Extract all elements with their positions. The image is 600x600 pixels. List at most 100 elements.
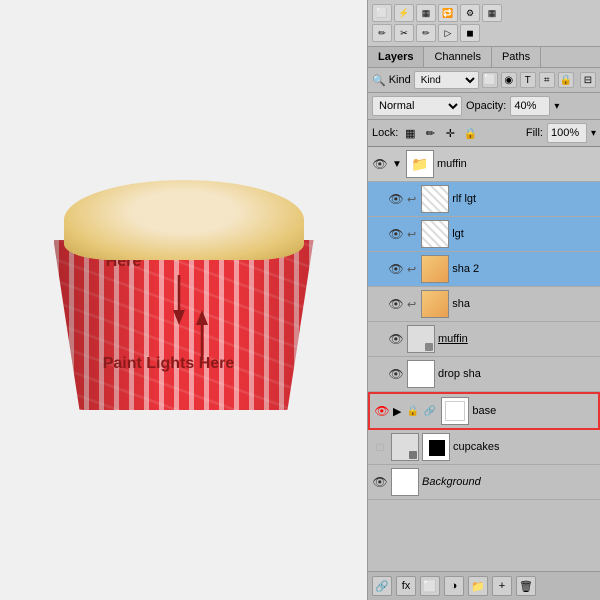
layer-lgt[interactable]: 👁 ↩ lgt <box>368 217 600 252</box>
visibility-rlf-lgt[interactable]: 👁 <box>388 191 404 207</box>
blend-mode-select[interactable]: Normal <box>372 96 462 116</box>
fill-label: Fill: <box>526 127 543 139</box>
eye-icon: 👁 <box>388 332 403 346</box>
toolbar-btn-10[interactable]: ▷ <box>438 24 458 42</box>
visibility-background[interactable]: 👁 <box>372 474 388 490</box>
thumb-cupcakes <box>391 433 419 461</box>
eye-icon: 👁 <box>388 227 403 241</box>
delete-btn[interactable]: 🗑 <box>516 576 536 596</box>
adj-btn[interactable]: ◑ <box>444 576 464 596</box>
lock-icon-base: 🔒 <box>406 406 418 417</box>
toolbar-row-2: ✏ ✂ ✏ ▷ ◼ <box>372 24 596 42</box>
visibility-base[interactable]: 👁 <box>374 403 390 419</box>
filter-icon: 🔍 <box>372 74 386 87</box>
layer-sha[interactable]: 👁 ↩ sha <box>368 287 600 322</box>
visibility-cupcakes[interactable]: □ <box>372 439 388 455</box>
layer-sha2[interactable]: 👁 ↩ sha 2 <box>368 252 600 287</box>
toolbar-btn-9[interactable]: ✏ <box>416 24 436 42</box>
blend-row: Normal Opacity: 40% ▾ <box>368 93 600 120</box>
fx-btn[interactable]: fx <box>396 576 416 596</box>
layer-name-rlf-lgt: rlf lgt <box>452 193 596 205</box>
filter-icon-lock[interactable]: 🔒 <box>558 72 574 88</box>
link-btn[interactable]: 🔗 <box>372 576 392 596</box>
expand-base[interactable]: ▶ <box>393 405 401 418</box>
layer-name-background: Background <box>422 476 596 488</box>
lock-brush[interactable]: ✏ <box>422 125 438 141</box>
thumb-sha2 <box>421 255 449 283</box>
canvas-area: Paint Shadows Here Paint Lights Here <box>0 0 367 600</box>
fill-value[interactable]: 100% <box>547 123 587 143</box>
layer-rlf-lgt[interactable]: 👁 ↩ rlf lgt <box>368 182 600 217</box>
toolbar-btn-4[interactable]: 🔁 <box>438 4 458 22</box>
thumb-drop-sha <box>407 360 435 388</box>
filter-icon-img[interactable]: ⬜ <box>482 72 498 88</box>
filter-icon-t[interactable]: T <box>520 72 536 88</box>
visibility-sha[interactable]: 👁 <box>388 296 404 312</box>
layer-background[interactable]: 👁 Background <box>368 465 600 500</box>
thumb-base-layer <box>441 397 469 425</box>
layer-name-sha: sha <box>452 298 596 310</box>
toolbar-btn-11[interactable]: ◼ <box>460 24 480 42</box>
no-eye-icon: □ <box>376 440 383 454</box>
annotation-lights: Paint Lights Here <box>89 355 249 373</box>
fill-arrow[interactable]: ▾ <box>591 128 596 139</box>
layer-base[interactable]: 👁 ▶ 🔒 🔗 base <box>368 392 600 430</box>
eye-icon-red: 👁 <box>374 404 389 418</box>
arrow-down <box>169 275 189 325</box>
toolbar-btn-3[interactable]: ▦ <box>416 4 436 22</box>
layer-drop-sha[interactable]: 👁 drop sha <box>368 357 600 392</box>
visibility-muffin-smart[interactable]: 👁 <box>388 331 404 347</box>
toolbar-btn-8[interactable]: ✂ <box>394 24 414 42</box>
layer-muffin-smart[interactable]: 👁 muffin <box>368 322 600 357</box>
opacity-arrow[interactable]: ▾ <box>554 101 559 112</box>
layers-panel: ⬜ ⚡ ▦ 🔁 ⚙ ▦ ✏ ✂ ✏ ▷ ◼ Layers Channels Pa… <box>367 0 600 600</box>
lock-checkerboard[interactable]: ▦ <box>402 125 418 141</box>
toolbar-btn-1[interactable]: ⬜ <box>372 4 392 22</box>
opacity-value[interactable]: 40% <box>510 96 550 116</box>
visibility-drop-sha[interactable]: 👁 <box>388 366 404 382</box>
thumb-muffin-smart <box>407 325 435 353</box>
filter-label: Kind <box>389 74 411 86</box>
cake-top <box>64 180 304 260</box>
layer-muffin-group[interactable]: 👁 ▼ 📁 muffin <box>368 147 600 182</box>
new-layer-btn[interactable]: + <box>492 576 512 596</box>
thumb-cupcakes-mask <box>422 433 450 461</box>
mask-btn[interactable]: ⬜ <box>420 576 440 596</box>
link-icon-rlf: ↩ <box>407 193 416 206</box>
filter-select[interactable]: Kind <box>414 71 479 89</box>
tab-paths[interactable]: Paths <box>492 47 541 67</box>
layer-name-muffin-smart: muffin <box>438 333 596 345</box>
toolbar-btn-5[interactable]: ⚙ <box>460 4 480 22</box>
lock-move[interactable]: ✛ <box>442 125 458 141</box>
toolbar-btn-6[interactable]: ▦ <box>482 4 502 22</box>
expand-muffin-group[interactable]: ▼ <box>391 158 403 170</box>
toolbar-btn-7[interactable]: ✏ <box>372 24 392 42</box>
lock-all[interactable]: 🔒 <box>462 125 478 141</box>
visibility-sha2[interactable]: 👁 <box>388 261 404 277</box>
tab-channels[interactable]: Channels <box>424 47 491 67</box>
toolbar-btn-2[interactable]: ⚡ <box>394 4 414 22</box>
group-btn[interactable]: 📁 <box>468 576 488 596</box>
thumb-lgt <box>421 220 449 248</box>
visibility-lgt[interactable]: 👁 <box>388 226 404 242</box>
link-icon-base: 🔗 <box>424 406 436 417</box>
thumb-background <box>391 468 419 496</box>
layer-cupcakes[interactable]: □ cupcakes <box>368 430 600 465</box>
layer-name-lgt: lgt <box>452 228 596 240</box>
layers-list: 👁 ▼ 📁 muffin 👁 ↩ rlf lgt 👁 ↩ lgt <box>368 147 600 571</box>
eye-icon: 👁 <box>388 297 403 311</box>
lock-label: Lock: <box>372 127 398 139</box>
tab-layers[interactable]: Layers <box>368 47 424 67</box>
link-icon-lgt: ↩ <box>407 228 416 241</box>
opacity-label: Opacity: <box>466 100 506 112</box>
lock-row: Lock: ▦ ✏ ✛ 🔒 Fill: 100% ▾ <box>368 120 600 147</box>
filter-toggle[interactable]: ⊟ <box>580 72 596 88</box>
thumb-sha <box>421 290 449 318</box>
filter-icon-fx[interactable]: ◉ <box>501 72 517 88</box>
layer-name-base: base <box>472 405 594 417</box>
filter-icon-grid[interactable]: ⌗ <box>539 72 555 88</box>
layer-name-sha2: sha 2 <box>452 263 596 275</box>
eye-icon: 👁 <box>388 262 403 276</box>
arrow-up <box>192 310 212 360</box>
visibility-muffin-group[interactable]: 👁 <box>372 156 388 172</box>
